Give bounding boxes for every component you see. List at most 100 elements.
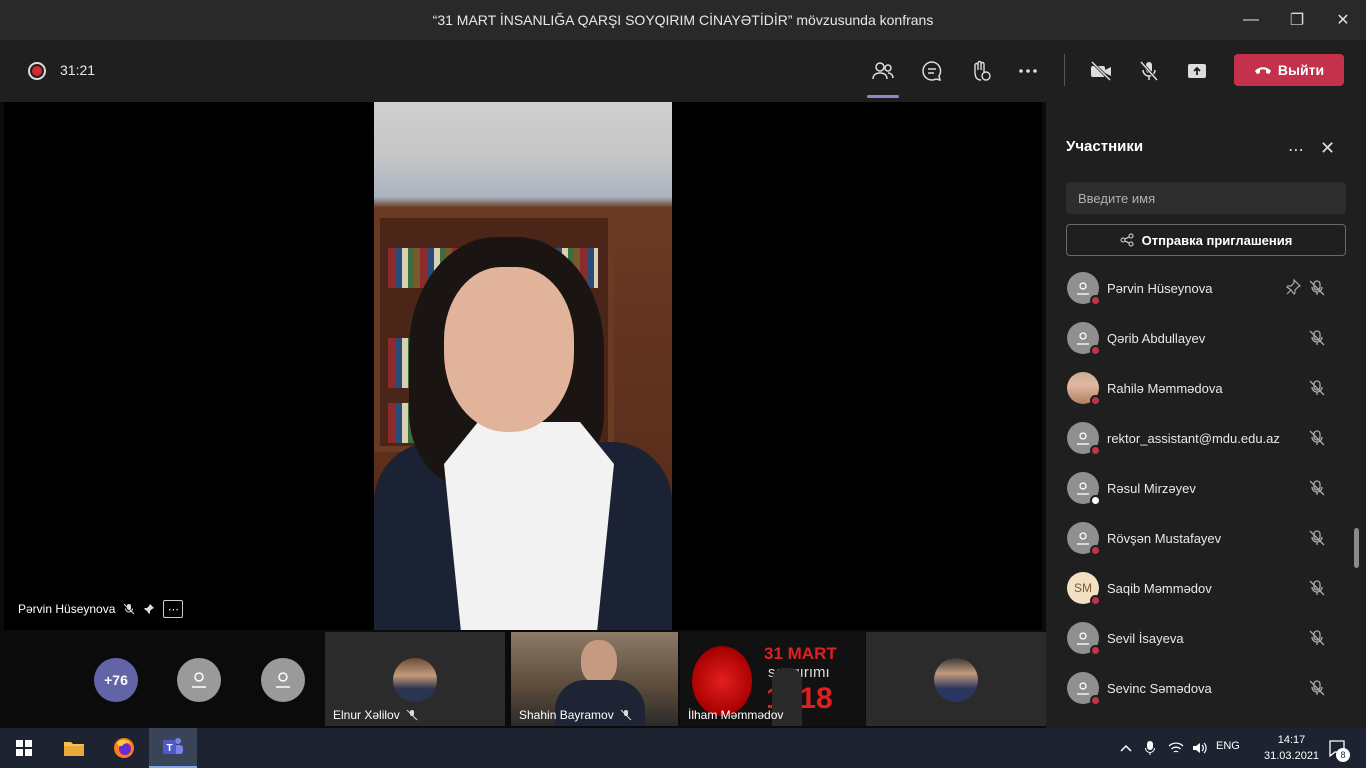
- participant-avatar[interactable]: [177, 658, 221, 702]
- participant-row[interactable]: Rövşən Mustafayev: [1046, 513, 1366, 563]
- window-title: “31 MART İNSANLIĞA QARŞI SOYQIRIM CİNAYƏ…: [432, 12, 934, 28]
- teams-button[interactable]: T: [149, 728, 197, 768]
- toolbar-divider: [1064, 54, 1065, 86]
- mic-off-icon: [620, 709, 632, 721]
- meeting-timer: 31:21: [60, 62, 96, 78]
- invite-label: Отправка приглашения: [1141, 232, 1293, 248]
- participant-row[interactable]: rektor_assistant@mdu.edu.az: [1046, 413, 1366, 463]
- participant-row[interactable]: Sevil İsayeva: [1046, 613, 1366, 663]
- person-icon: [1077, 282, 1089, 295]
- status-badge: [1090, 645, 1101, 656]
- participant-avatar: [1067, 672, 1101, 706]
- participant-avatar: [1067, 422, 1101, 456]
- participant-row[interactable]: Pərvin Hüseynova: [1046, 263, 1366, 313]
- reactions-button[interactable]: [965, 56, 995, 86]
- participant-photo: [393, 658, 437, 702]
- minimize-icon[interactable]: —: [1228, 0, 1274, 40]
- person-icon: [1077, 632, 1089, 645]
- status-badge: [1090, 445, 1101, 456]
- gallery-strip: +76 Elnur Xəlilov Shahin Bayramov 31 MAR…: [0, 632, 1046, 726]
- mic-toggle-button[interactable]: [1134, 56, 1164, 86]
- meeting-toolbar: 31:21 Выйти: [0, 40, 1366, 102]
- panel-more-icon[interactable]: ⋯: [1288, 140, 1304, 160]
- overflow-participants[interactable]: +76: [94, 658, 138, 702]
- participant-search-input[interactable]: [1066, 182, 1346, 214]
- status-badge: [1090, 345, 1101, 356]
- participant-initials: SM: [1074, 581, 1092, 595]
- notifications-button[interactable]: 8: [1320, 728, 1354, 768]
- share-link-icon: [1120, 233, 1134, 247]
- more-options-icon[interactable]: ⋯: [163, 600, 184, 618]
- tile-name: İlham Məmmədov: [688, 708, 784, 722]
- teams-icon: T: [163, 738, 183, 754]
- participant-tile[interactable]: Elnur Xəlilov: [325, 632, 505, 726]
- window-controls: — ❐ ✕: [1228, 0, 1366, 40]
- mic-off-icon[interactable]: [1308, 379, 1326, 397]
- mic-off-icon[interactable]: [1308, 279, 1326, 297]
- participant-row[interactable]: Qərib Abdullayev: [1046, 313, 1366, 363]
- mic-off-icon[interactable]: [1308, 629, 1326, 647]
- status-badge: [1090, 545, 1101, 556]
- network-tray-icon[interactable]: [1164, 728, 1188, 768]
- participant-name: rektor_assistant@mdu.edu.az: [1107, 430, 1280, 446]
- folder-icon: [64, 742, 84, 756]
- participant-list: Pərvin Hüseynova Qərib Abdullayev Rahilə…: [1046, 263, 1366, 713]
- mic-tray-icon[interactable]: [1138, 728, 1162, 768]
- participant-name: Rövşən Mustafayev: [1107, 530, 1222, 546]
- volume-tray-icon[interactable]: [1188, 728, 1212, 768]
- mic-off-icon[interactable]: [1308, 529, 1326, 547]
- participant-avatar: [1067, 472, 1101, 506]
- participant-photo: [1067, 372, 1101, 406]
- mic-off-icon[interactable]: [1308, 579, 1326, 597]
- pin-icon[interactable]: [1284, 278, 1302, 296]
- participant-avatar[interactable]: [261, 658, 305, 702]
- mic-off-icon[interactable]: [1308, 479, 1326, 497]
- language-indicator[interactable]: ENG: [1216, 740, 1240, 752]
- mic-off-icon[interactable]: [1308, 329, 1326, 347]
- chat-icon: [922, 61, 942, 82]
- hang-up-icon: [1254, 67, 1271, 74]
- person-icon: [276, 672, 290, 688]
- title-bar: “31 MART İNSANLIĞA QARŞI SOYQIRIM CİNAYƏ…: [0, 0, 1366, 40]
- participant-row[interactable]: Rahilə Məmmədova: [1046, 363, 1366, 413]
- participant-avatar: [1067, 622, 1101, 656]
- mic-off-icon[interactable]: [1308, 429, 1326, 447]
- mic-off-icon[interactable]: [1308, 679, 1326, 697]
- windows-icon: [16, 740, 32, 756]
- file-explorer-button[interactable]: [50, 728, 98, 768]
- carnation-image: [692, 646, 752, 716]
- speaker-face: [444, 267, 574, 432]
- tray-expand-icon[interactable]: [1112, 728, 1140, 768]
- share-screen-button[interactable]: [1182, 56, 1212, 86]
- share-invite-button[interactable]: Отправка приглашения: [1066, 224, 1346, 256]
- start-button[interactable]: [0, 728, 48, 768]
- participant-name: Rəsul Mirzəyev: [1107, 480, 1196, 496]
- speaker-name-tag: Pərvin Hüseynova ⋯: [18, 600, 184, 618]
- participant-tile[interactable]: [866, 632, 1046, 726]
- status-badge: [1090, 495, 1101, 506]
- chat-button[interactable]: [917, 56, 947, 86]
- firefox-button[interactable]: [100, 728, 148, 768]
- participants-button[interactable]: [867, 56, 899, 98]
- leave-button[interactable]: Выйти: [1234, 54, 1344, 86]
- participant-row[interactable]: Sevinc Səmədova: [1046, 663, 1366, 713]
- share-icon: [1188, 64, 1206, 78]
- maximize-icon[interactable]: ❐: [1274, 0, 1320, 40]
- panel-close-icon[interactable]: ✕: [1320, 138, 1335, 159]
- panel-scrollbar[interactable]: [1354, 528, 1359, 568]
- participant-row[interactable]: SM Saqib Məmmədov: [1046, 563, 1366, 613]
- camera-toggle-button[interactable]: [1086, 56, 1116, 86]
- participant-tile[interactable]: 31 MART soyqırımı 1918 İlham Məmmədov: [680, 632, 865, 726]
- camera-off-icon: [1090, 60, 1112, 82]
- participant-tile[interactable]: Shahin Bayramov: [511, 632, 678, 726]
- main-video[interactable]: [374, 102, 672, 630]
- participant-name: Pərvin Hüseynova: [1107, 280, 1213, 296]
- participant-row[interactable]: Rəsul Mirzəyev: [1046, 463, 1366, 513]
- close-window-icon[interactable]: ✕: [1320, 0, 1366, 40]
- mic-off-icon: [124, 603, 135, 615]
- recording-icon: [28, 62, 46, 80]
- system-clock[interactable]: 14:17 31.03.2021: [1264, 732, 1319, 764]
- more-actions-button[interactable]: [1013, 56, 1043, 86]
- participants-panel: Участники ⋯ ✕ Отправка приглашения Pərvi…: [1046, 102, 1366, 728]
- person-icon: [1077, 532, 1089, 545]
